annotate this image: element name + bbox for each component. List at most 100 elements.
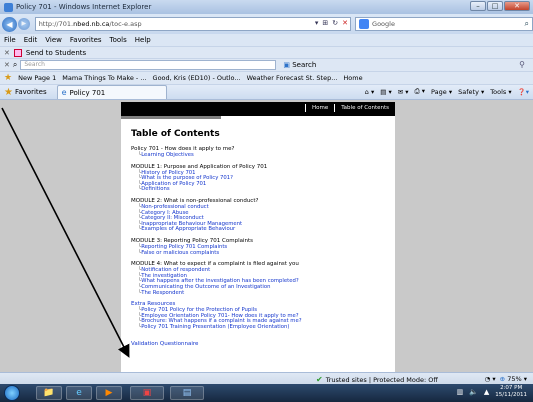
favorite-item[interactable]: Good, Kris (ED10) - Outlo...	[153, 74, 241, 82]
address-row: ◀ ▶ http://701.nbed.nb.ca/toc-e.asp ▾ ⊞ …	[0, 14, 533, 34]
ie-taskbar-icon[interactable]: e	[66, 386, 92, 400]
toc-link[interactable]: Definitions	[131, 187, 386, 193]
page-menu[interactable]: Page ▾	[431, 88, 452, 96]
security-zone[interactable]: ✔ Trusted sites | Protected Mode: Off	[316, 375, 438, 384]
window-taskbar-icon[interactable]: ▤	[170, 386, 204, 400]
stop-icon[interactable]: ✕	[342, 19, 348, 27]
toc-section: MODULE 1: Purpose and Application of Pol…	[131, 164, 386, 193]
favorite-item[interactable]: Mama Things To Make - ...	[62, 74, 146, 82]
toc-link[interactable]: Examples of Appropriate Behaviour	[131, 227, 386, 233]
nav-toc-link[interactable]: Table of Contents	[334, 104, 395, 112]
page-header-bar: Home Table of Contents	[121, 102, 395, 116]
send-toolbar: ✕ Send to Students	[0, 46, 533, 58]
toc-section: Extra ResourcesPolicy 701 Policy for the…	[131, 301, 386, 330]
close-search-toolbar-icon[interactable]: ✕	[4, 61, 10, 69]
search-provider-label: Google	[372, 20, 395, 28]
favorites-bar: ★ New Page 1 Mama Things To Make - ... G…	[0, 71, 533, 84]
mail-icon[interactable]: ✉ ▾	[398, 88, 409, 96]
tab-label: Policy 701	[69, 88, 106, 97]
window-controls: – □ ✕	[470, 1, 530, 11]
toc-sections: Policy 701 - How does it apply to me?Lea…	[131, 146, 386, 330]
tab-bar: ★ Favorites e Policy 701 ⌂ ▾ ▤ ▾ ✉ ▾ ⎙ ▾ …	[0, 84, 533, 100]
send-checkbox-icon[interactable]	[13, 48, 22, 57]
tab-policy-701[interactable]: e Policy 701	[56, 85, 167, 99]
url-text: http://701.nbed.nb.ca/toc-e.asp	[38, 20, 142, 28]
favorite-item[interactable]: New Page 1	[18, 74, 56, 82]
protected-mode-icon[interactable]: ◔ ▾	[485, 375, 496, 383]
print-icon[interactable]: ⎙ ▾	[415, 87, 426, 96]
page-icon: e	[61, 88, 67, 97]
toc-link[interactable]: Learning Objectives	[131, 152, 386, 159]
menu-view[interactable]: View	[45, 36, 62, 44]
address-bar[interactable]: http://701.nbed.nb.ca/toc-e.asp ▾ ⊞ ↻ ✕	[34, 17, 352, 31]
compatibility-icon[interactable]: ⊞	[322, 19, 328, 27]
network-icon[interactable]: ▥	[457, 388, 464, 396]
search-toolbar-icon: ⌕	[12, 60, 18, 69]
zoom-level[interactable]: ⊕ 75% ▾	[500, 375, 527, 383]
toc-section: MODULE 4: What to expect if a complaint …	[131, 261, 386, 296]
address-tools: ▾ ⊞ ↻ ✕	[315, 19, 348, 27]
validation-questionnaire-link[interactable]: Validation Questionnaire	[131, 341, 386, 348]
safety-menu[interactable]: Safety ▾	[458, 88, 484, 96]
feeds-icon[interactable]: ▤ ▾	[380, 88, 391, 96]
taskbar: 📁 e ▶ ▣ ▤ ▥ 🔈 ▲ 2:07 PM 15/11/2011	[0, 384, 533, 402]
toc-link[interactable]: False or malicious complaints	[131, 250, 386, 257]
toolbar-search-button[interactable]: ▣ Search	[283, 61, 316, 69]
menu-help[interactable]: Help	[135, 36, 151, 44]
maximize-button[interactable]: □	[487, 1, 503, 11]
menu-bar: File Edit View Favorites Tools Help	[0, 34, 533, 46]
page-title: Table of Contents	[131, 129, 220, 139]
system-tray: ▥ 🔈 ▲ 2:07 PM 15/11/2011	[457, 385, 527, 399]
menu-favorites[interactable]: Favorites	[70, 36, 102, 44]
favorite-item[interactable]: Home	[343, 74, 362, 82]
close-toolbar-icon[interactable]: ✕	[4, 49, 10, 57]
favorites-star-icon: ★	[4, 86, 13, 98]
favorite-item[interactable]: Weather Forecast St. Step...	[247, 74, 338, 82]
dropdown-icon[interactable]: ▾	[315, 19, 319, 27]
refresh-icon[interactable]: ↻	[332, 19, 338, 27]
toc-link[interactable]: Policy 701 Training Presentation (Employ…	[131, 324, 386, 331]
window-title: Policy 701 - Windows Internet Explorer	[16, 3, 152, 11]
menu-tools[interactable]: Tools	[110, 36, 127, 44]
home-icon[interactable]: ⌂ ▾	[365, 88, 374, 96]
status-bar: ✔ Trusted sites | Protected Mode: Off ◔ …	[0, 372, 533, 384]
signal-icon[interactable]: ▲	[484, 388, 489, 396]
help-icon[interactable]: ❓▾	[518, 88, 529, 96]
minimize-button[interactable]: –	[470, 1, 486, 11]
send-to-students-button[interactable]: Send to Students	[26, 49, 86, 57]
google-logo-icon	[359, 19, 370, 29]
app-taskbar-icon[interactable]: ▣	[130, 386, 164, 400]
add-favorites-icon[interactable]: ★	[4, 73, 12, 83]
wrench-icon[interactable]: ⚲	[519, 60, 525, 69]
toc-section: MODULE 3: Reporting Policy 701 Complaint…	[131, 238, 386, 256]
clock[interactable]: 2:07 PM 15/11/2011	[495, 385, 527, 399]
header-accent	[121, 116, 221, 119]
favorites-button[interactable]: ★ Favorites	[4, 87, 47, 98]
forward-button[interactable]: ▶	[17, 18, 30, 30]
tools-menu[interactable]: Tools ▾	[490, 88, 511, 96]
search-box[interactable]: Google ⌕	[355, 17, 533, 31]
media-taskbar-icon[interactable]: ▶	[96, 386, 122, 400]
volume-icon[interactable]: 🔈	[469, 388, 478, 396]
search-toolbar: ✕ ⌕ Search ▣ Search ⚲	[0, 58, 533, 71]
title-bar: Policy 701 - Windows Internet Explorer –…	[0, 0, 533, 14]
menu-file[interactable]: File	[4, 36, 16, 44]
toc-link[interactable]: The Respondent	[131, 290, 386, 297]
content-area: Home Table of Contents Table of Contents…	[0, 100, 533, 372]
checkmark-icon: ✔	[316, 375, 323, 384]
back-button[interactable]: ◀	[2, 16, 17, 32]
toc-section: MODULE 2: What is non-professional condu…	[131, 198, 386, 233]
close-window-button[interactable]: ✕	[504, 1, 530, 11]
toolbar-search-input[interactable]: Search	[20, 60, 277, 70]
page-nav: Home Table of Contents	[304, 104, 395, 112]
menu-edit[interactable]: Edit	[24, 36, 38, 44]
explorer-taskbar-icon[interactable]: 📁	[36, 386, 62, 400]
zoom-controls: ◔ ▾ ⊕ 75% ▾	[485, 375, 527, 383]
toc-section: Policy 701 - How does it apply to me?Lea…	[131, 146, 386, 159]
web-page: Home Table of Contents Table of Contents…	[121, 102, 395, 372]
start-button[interactable]	[4, 385, 20, 401]
nav-home-link[interactable]: Home	[304, 104, 334, 112]
table-of-contents: Table of Contents Policy 701 - How does …	[131, 129, 386, 348]
search-icon[interactable]: ⌕	[525, 19, 529, 29]
command-bar: ⌂ ▾ ▤ ▾ ✉ ▾ ⎙ ▾ Page ▾ Safety ▾ Tools ▾ …	[365, 87, 529, 96]
